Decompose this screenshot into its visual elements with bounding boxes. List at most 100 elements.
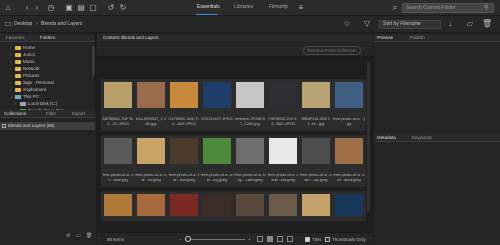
- thumbnail-item[interactable]: b4d-899f337_1 280.jpg: [134, 79, 168, 131]
- content-title[interactable]: Content: Blends and Layers: [103, 35, 159, 40]
- view-details-icon[interactable]: [277, 236, 283, 242]
- folders-panel-tabs: Favorites Folders: [0, 34, 95, 42]
- search-field[interactable]: [402, 3, 494, 13]
- tiles-checkbox[interactable]: [305, 237, 310, 242]
- content-scrollbar[interactable]: [367, 62, 370, 212]
- thumbnail-item[interactable]: [266, 191, 300, 221]
- folders-scrollbar[interactable]: [92, 46, 95, 76]
- thumbnail-item[interactable]: C47506C-4AD F-4...A6F.JPEG: [167, 79, 201, 131]
- tree-item-music[interactable]: › Music: [10, 58, 35, 65]
- search-icon[interactable]: ⚲: [484, 4, 492, 12]
- tab-folders[interactable]: Folders: [40, 35, 55, 40]
- new-collection-icon[interactable]: ▭: [76, 233, 81, 239]
- collection-item-blends-and-layers[interactable]: Blends and Layers (86): [0, 122, 95, 130]
- thumbnail-item[interactable]: free-photo-of-a -own...-up.jpeg: [299, 135, 333, 187]
- tab-favorites[interactable]: Favorites: [6, 35, 25, 40]
- thumbnail-item[interactable]: free-photo-of-a -ord...ored.jpeg: [332, 135, 366, 187]
- recent-icon[interactable]: ◷: [46, 3, 56, 13]
- camera-icon[interactable]: ▣: [64, 3, 74, 13]
- tree-item-pictures[interactable]: › Pictures: [10, 72, 39, 79]
- thumbnail-item[interactable]: free-photo-of-a -cu...own.jpg: [101, 135, 135, 187]
- thumbnail-item[interactable]: [134, 191, 168, 221]
- thumbnail-item[interactable]: [101, 191, 135, 221]
- zoom-out-icon[interactable]: −: [179, 237, 182, 242]
- sort-dropdown[interactable]: Sort by Filename: [379, 20, 441, 29]
- filter-icon[interactable]: ⌕: [390, 3, 400, 13]
- active-workspace-indicator: [196, 14, 218, 15]
- collections-panel-tabs: Collections Filter Export: [0, 110, 95, 118]
- zoom-in-icon[interactable]: +: [248, 237, 251, 242]
- thumbnail-image: [236, 82, 264, 108]
- thumbnail-item[interactable]: free-photo-of-a ...jpg: [332, 79, 366, 131]
- thumbnail-filename: b4d-899f337_1 280.jpg: [135, 116, 167, 126]
- thumbnail-item[interactable]: free-photo-of-a -win...ing.jpeg: [200, 135, 234, 187]
- thumbnail-item[interactable]: f8B8F241-859 f-f...bf...jpg: [299, 79, 333, 131]
- rotate-right-icon[interactable]: ↻: [118, 3, 128, 13]
- tab-filter[interactable]: Filter: [46, 111, 56, 116]
- workspace-menu-icon[interactable]: ≡: [296, 3, 306, 13]
- trash-icon[interactable]: 🗑: [482, 19, 492, 29]
- tab-metadata[interactable]: Metadata: [377, 135, 396, 140]
- thumbnail-item[interactable]: free-photo-of-a -hot...ze.jpeg: [134, 135, 168, 187]
- filter-funnel-icon[interactable]: ▽: [362, 19, 372, 29]
- tree-item-saje-personal[interactable]: › Saje - Personal: [10, 79, 54, 86]
- tab-publish[interactable]: Publish: [410, 35, 425, 40]
- search-input[interactable]: [403, 4, 493, 12]
- tab-keywords[interactable]: Keywords: [412, 135, 432, 140]
- thumbnail-item[interactable]: [200, 191, 234, 221]
- tab-preview[interactable]: Preview: [377, 35, 393, 40]
- refine-icon[interactable]: ▤: [76, 3, 86, 13]
- lock-grid-icon[interactable]: [257, 236, 263, 242]
- preview-panel-tabs: Preview Publish: [374, 34, 500, 42]
- thumbnail-item[interactable]: embeze-9F288 67_1280.jpg: [233, 79, 267, 131]
- thumbnail-item[interactable]: [167, 191, 201, 221]
- path-bar: ▭ Desktop › Blends and Layers ☆ ▽ Sort b…: [0, 16, 500, 33]
- breadcrumb-separator: ›: [36, 21, 38, 27]
- open-icon[interactable]: ▢: [88, 3, 98, 13]
- tree-item-local-disk[interactable]: › Local Disk (C:): [15, 100, 58, 107]
- thumbnail-item[interactable]: A6FBB6A-7DF B-4...2C.JPEG: [101, 79, 135, 131]
- remove-from-collection-button[interactable]: Remove From Collection: [303, 46, 361, 55]
- thumbnail-item[interactable]: free-photo-of-a -boy-...ucer.jpeg: [233, 135, 267, 187]
- thumbnails-only-checkbox[interactable]: [325, 237, 330, 242]
- home-icon[interactable]: ⌂: [3, 3, 13, 13]
- thumbnail-image: [269, 138, 297, 164]
- thumbnail-size-slider-knob[interactable]: [185, 236, 191, 242]
- view-list-icon[interactable]: [287, 236, 293, 242]
- workspace-tab-essentials[interactable]: Essentials: [197, 4, 220, 10]
- thumbnail-image: [137, 194, 165, 216]
- sort-direction-icon[interactable]: ↓: [445, 19, 455, 29]
- rotate-left-icon[interactable]: ↺: [106, 3, 116, 13]
- new-smart-collection-icon[interactable]: ⚙: [66, 233, 70, 239]
- back-icon[interactable]: ‹: [22, 3, 32, 13]
- tree-item-home[interactable]: › Home: [10, 44, 35, 51]
- items-count: 86 items: [107, 237, 125, 242]
- thumbnail-image: [137, 138, 165, 164]
- workspace-tab-filmstrip[interactable]: Filmstrip: [269, 4, 288, 10]
- new-folder-icon[interactable]: ▱: [465, 19, 475, 29]
- tree-item-junior[interactable]: › Junior: [10, 51, 35, 58]
- breadcrumb-desktop[interactable]: Desktop: [14, 21, 32, 27]
- thumbnail-item[interactable]: free-photo-of-a -tone...ins.jpeg: [266, 135, 300, 187]
- delete-collection-icon[interactable]: 🗑: [86, 233, 92, 239]
- thumbnail-item[interactable]: [233, 191, 267, 221]
- thumbnail-item[interactable]: DSC01447.JPEG: [200, 79, 234, 131]
- tab-collections[interactable]: Collections: [4, 111, 26, 116]
- thumbnail-item[interactable]: F0E9E82-210 9-4...B62.JPEG: [266, 79, 300, 131]
- tree-item-sophomore[interactable]: › Sophomore: [10, 86, 46, 93]
- thumbnail-filename: free-photo-of-a -cu...own.jpg: [102, 172, 134, 182]
- thumbnail-item[interactable]: [299, 191, 333, 221]
- thumbnail-filename: A6FBB6A-7DF B-4...2C.JPEG: [102, 116, 134, 126]
- workspace-tab-libraries[interactable]: Libraries: [234, 4, 253, 10]
- thumbnail-image: [335, 138, 363, 164]
- tree-item-network[interactable]: › Network: [10, 65, 40, 72]
- thumbnail-item[interactable]: [332, 191, 366, 221]
- thumbnail-item[interactable]: free-photo-of-a -far...loor.jpeg: [167, 135, 201, 187]
- view-thumbnails-icon[interactable]: [267, 236, 273, 242]
- forward-icon[interactable]: ›: [32, 3, 42, 13]
- tab-export[interactable]: Export: [72, 111, 85, 116]
- star-icon[interactable]: ☆: [342, 19, 352, 29]
- breadcrumb-current[interactable]: Blends and Layers: [41, 21, 82, 27]
- thumbnail-size-slider[interactable]: [187, 239, 245, 240]
- tree-item-this-pc[interactable]: ⌄ This PC: [10, 93, 39, 100]
